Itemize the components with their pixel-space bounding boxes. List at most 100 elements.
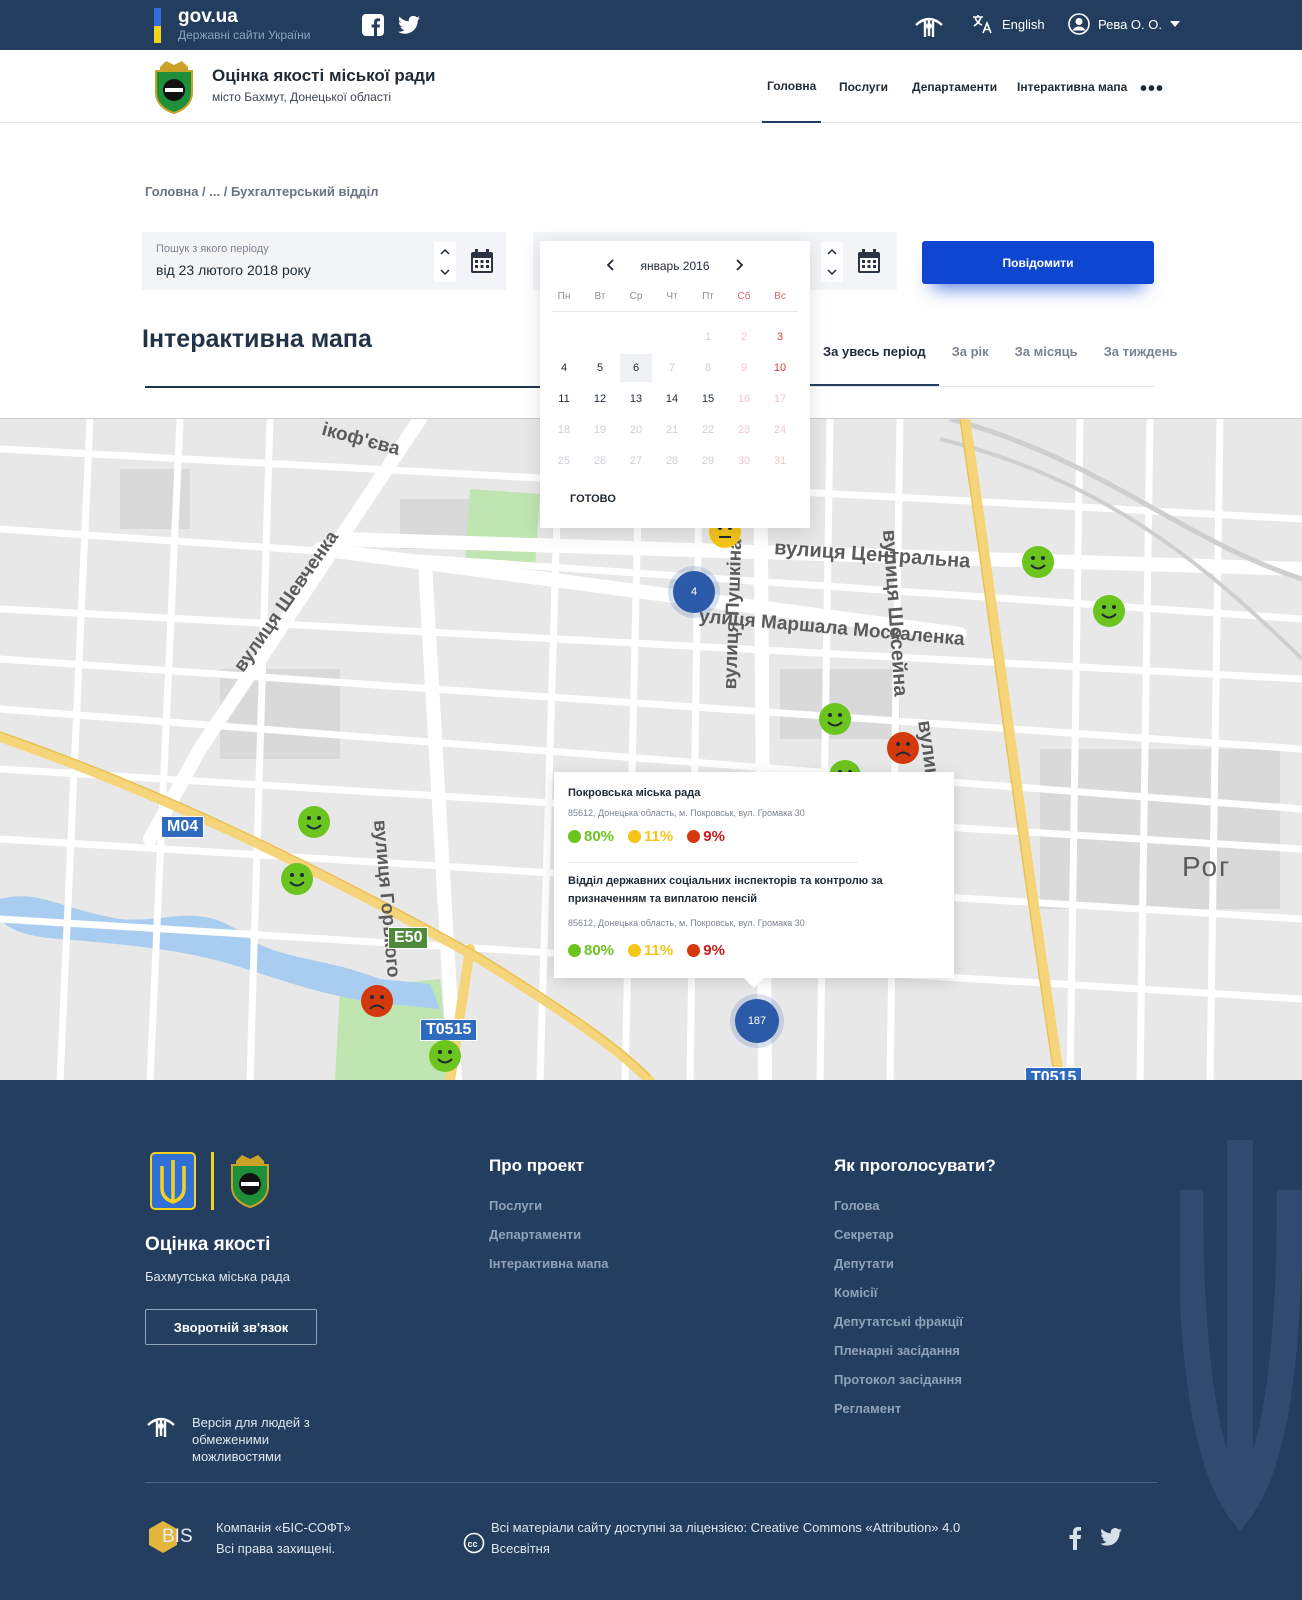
calendar-day[interactable]: 24 (764, 416, 796, 444)
facebook-icon[interactable] (1068, 1526, 1082, 1550)
nav-item-home[interactable]: Головна (762, 50, 822, 123)
calendar-day[interactable]: 2 (728, 323, 760, 351)
good-rating-marker-icon[interactable] (428, 1039, 462, 1073)
breadcrumb[interactable]: Головна / ... / Бухгалтерський відділ (145, 184, 378, 199)
stepper-down-icon[interactable] (434, 262, 456, 282)
bad-rating-marker-icon[interactable] (886, 731, 920, 765)
calendar-day[interactable]: 19 (584, 416, 616, 444)
map-cluster[interactable]: 187 (735, 999, 779, 1043)
period-from-value[interactable]: від 23 лютого 2018 року (156, 262, 311, 278)
map-cluster[interactable]: 4 (673, 571, 715, 613)
calendar-icon[interactable] (470, 248, 494, 274)
report-button[interactable]: Повідомити (922, 241, 1154, 284)
calendar-day[interactable]: 10 (764, 354, 796, 382)
footer-about-link[interactable]: Послуги (489, 1198, 542, 1213)
calendar-weekday: Чт (666, 291, 678, 302)
tab-month[interactable]: За місяць (1002, 344, 1091, 386)
period-from-field[interactable]: Пошук з якого періоду від 23 лютого 2018… (142, 232, 506, 290)
city-crest-icon (231, 1155, 269, 1209)
location-popup[interactable]: Покровська міська рада 85612, Донецька об… (554, 772, 954, 988)
calendar-day[interactable]: 11 (548, 385, 580, 413)
stepper-up-icon[interactable] (434, 242, 456, 262)
feedback-button[interactable]: Зворотній зв'язок (145, 1309, 317, 1345)
calendar-day[interactable]: 7 (656, 354, 688, 382)
calendar-day[interactable]: 12 (584, 385, 616, 413)
good-rating-marker-icon[interactable] (1092, 594, 1126, 628)
calendar-day[interactable]: 26 (584, 447, 616, 475)
popup-rating-stats: 80% 11% 9% (568, 942, 725, 959)
calendar-done-button[interactable]: ГОТОВО (570, 493, 616, 505)
calendar-day[interactable]: 14 (656, 385, 688, 413)
facebook-icon[interactable] (362, 14, 384, 36)
bad-face-icon (687, 830, 701, 843)
calendar-day[interactable]: 17 (764, 385, 796, 413)
calendar-day[interactable]: 16 (728, 385, 760, 413)
calendar-day[interactable]: 23 (728, 416, 760, 444)
tab-all-time[interactable]: За увесь період (810, 344, 939, 386)
footer-vote-link[interactable]: Секретар (834, 1227, 894, 1242)
calendar-day[interactable]: 21 (656, 416, 688, 444)
next-month-icon[interactable] (736, 259, 744, 271)
footer-vote-link[interactable]: Депутатські фракції (834, 1314, 963, 1329)
calendar-day[interactable]: 3 (764, 323, 796, 351)
footer-vote-link[interactable]: Регламент (834, 1401, 901, 1416)
tab-week[interactable]: За тиждень (1091, 344, 1191, 386)
footer-about-link[interactable]: Інтерактивна мапа (489, 1256, 609, 1271)
user-menu[interactable]: Рева О. О. (1068, 13, 1180, 35)
calendar-day[interactable]: 4 (548, 354, 580, 382)
popup-org-name[interactable]: Покровська міська рада (568, 784, 898, 802)
nav-item-services[interactable]: Послуги (839, 50, 888, 123)
city-crest-icon[interactable] (152, 57, 196, 115)
neutral-face-icon (628, 830, 642, 843)
language-switcher[interactable]: English (972, 14, 1045, 34)
calendar-day[interactable]: 29 (692, 447, 724, 475)
calendar-day[interactable]: 6 (620, 354, 652, 382)
more-menu-icon[interactable]: ••• (1140, 78, 1164, 101)
good-rating-marker-icon[interactable] (297, 805, 331, 839)
stepper-up-icon[interactable] (821, 242, 843, 262)
bad-rating-marker-icon[interactable] (360, 984, 394, 1018)
calendar-day[interactable]: 28 (656, 447, 688, 475)
calendar-day[interactable]: 27 (620, 447, 652, 475)
nav-item-departments[interactable]: Департаменти (912, 50, 997, 123)
footer-vote-link[interactable]: Пленарні засідання (834, 1343, 960, 1358)
site-title[interactable]: Оцінка якості міської ради (212, 66, 435, 86)
accessibility-link[interactable]: Версія для людей з обмеженими можливостя… (192, 1414, 310, 1465)
footer-vote-link[interactable]: Голова (834, 1198, 879, 1213)
good-rating-marker-icon[interactable] (280, 862, 314, 896)
calendar-day[interactable]: 30 (728, 447, 760, 475)
creative-commons-icon: cc (463, 1532, 485, 1554)
good-rating-value: 80% (584, 942, 615, 959)
bis-logo[interactable]: BIS (148, 1520, 200, 1556)
stepper-down-icon[interactable] (821, 262, 843, 282)
good-rating-marker-icon[interactable] (818, 702, 852, 736)
date-picker[interactable]: январь 2016 Пн Вт Ср Чт Пт Сб Вс 1 2 3 4 5 6 7 8 9 10 11… (540, 241, 810, 528)
footer-vote-link[interactable]: Депутати (834, 1256, 894, 1271)
footer-divider-yellow (211, 1152, 214, 1210)
footer-vote-link[interactable]: Комісії (834, 1285, 877, 1300)
calendar-day[interactable]: 15 (692, 385, 724, 413)
twitter-icon[interactable] (1100, 1528, 1122, 1546)
calendar-day[interactable]: 1 (692, 323, 724, 351)
calendar-day[interactable]: 31 (764, 447, 796, 475)
calendar-day[interactable]: 18 (548, 416, 580, 444)
calendar-day[interactable]: 5 (584, 354, 616, 382)
good-rating-marker-icon[interactable] (1021, 545, 1055, 579)
calendar-day[interactable]: 22 (692, 416, 724, 444)
period-tabs: За увесь період За рік За місяць За тижд… (810, 344, 1191, 386)
calendar-day[interactable]: 9 (728, 354, 760, 382)
footer-about-link[interactable]: Департаменти (489, 1227, 581, 1242)
accessibility-eye-icon[interactable] (146, 1412, 176, 1438)
calendar-day[interactable]: 13 (620, 385, 652, 413)
calendar-day[interactable]: 25 (548, 447, 580, 475)
popup-org-name[interactable]: Відділ державних соціальних інспекторів … (568, 872, 898, 908)
accessibility-eye-icon[interactable] (914, 12, 944, 38)
calendar-icon[interactable] (857, 248, 881, 274)
calendar-day[interactable]: 8 (692, 354, 724, 382)
tab-year[interactable]: За рік (939, 344, 1002, 386)
gov-logo-text[interactable]: gov.ua (178, 6, 238, 28)
calendar-day[interactable]: 20 (620, 416, 652, 444)
nav-item-interactive-map[interactable]: Інтерактивна мапа (1017, 50, 1127, 123)
twitter-icon[interactable] (398, 14, 420, 36)
footer-vote-link[interactable]: Протокол засідання (834, 1372, 962, 1387)
